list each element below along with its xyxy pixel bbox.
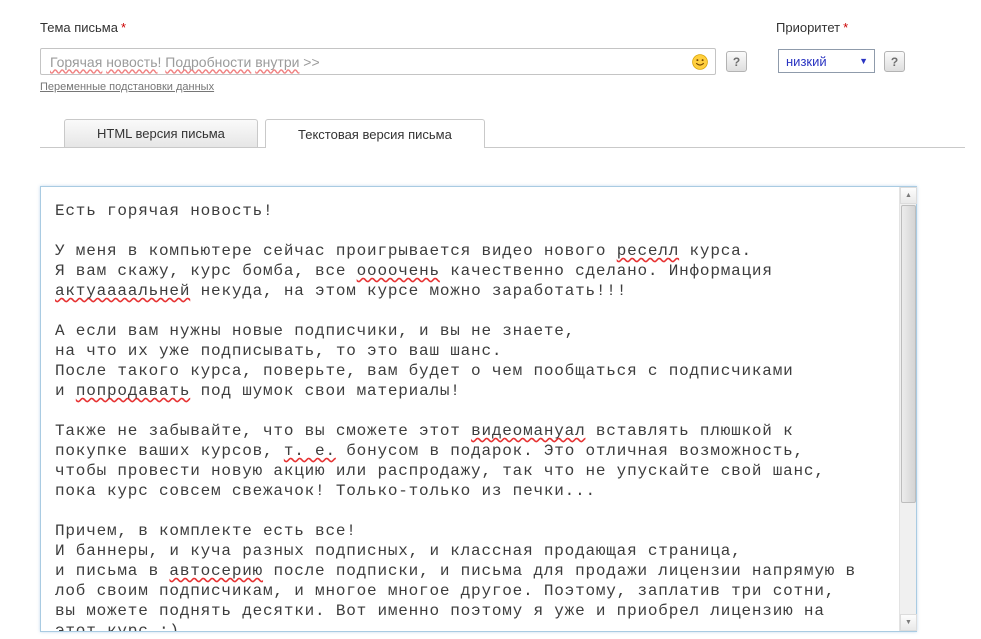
emoji-smiley-icon[interactable] <box>692 54 708 70</box>
priority-label-text: Приоритет <box>776 20 841 35</box>
editor-line: вы можете поднять десятки. Вот именно по… <box>55 602 825 620</box>
editor-line: А если вам нужны новые подписчики, и вы … <box>55 322 576 340</box>
scroll-down-icon[interactable]: ▼ <box>900 614 917 631</box>
editor-line: Есть горячая новость! <box>55 202 274 220</box>
editor-line: лоб своим подписчикам, и многое многое д… <box>55 582 836 600</box>
priority-required-asterisk: * <box>843 20 849 35</box>
tabs-separator-line <box>40 147 965 148</box>
subject-required-asterisk: * <box>120 20 127 35</box>
priority-help-button[interactable]: ? <box>884 51 905 72</box>
editor-line: на что их уже подписывать, то это ваш ша… <box>55 342 503 360</box>
editor-line: пока курс совсем свежачок! Только-только… <box>55 482 596 500</box>
tab-text-version[interactable]: Текстовая версия письма <box>265 119 485 148</box>
subject-input[interactable]: Горячая новость! Подробности внутри >> <box>40 48 716 75</box>
editor-line: Причем, в комплекте есть все! <box>55 522 357 540</box>
scrollbar-thumb[interactable] <box>901 205 916 503</box>
editor-content: Есть горячая новость! У меня в компьютер… <box>41 187 899 631</box>
editor-line: Также не забывайте, что вы сможете этот … <box>55 422 794 440</box>
priority-select[interactable]: низкий ▼ <box>778 49 875 73</box>
editor-line: чтобы провести новую акцию или распродаж… <box>55 462 825 480</box>
editor-line: и попродавать под шумок свои материалы! <box>55 382 461 400</box>
editor-line: У меня в компьютере сейчас проигрывается… <box>55 242 752 260</box>
priority-selected-value: низкий <box>786 53 827 69</box>
editor-line: После такого курса, поверьте, вам будет … <box>55 362 794 380</box>
scroll-up-icon[interactable]: ▲ <box>900 187 917 204</box>
subject-input-value: Горячая новость! Подробности внутри >> <box>50 53 320 70</box>
editor-line: и письма в автосерию после подписки, и п… <box>55 562 856 580</box>
text-version-editor[interactable]: Есть горячая новость! У меня в компьютер… <box>40 186 917 632</box>
data-substitution-link[interactable]: Переменные подстановки данных <box>40 81 214 93</box>
subject-label: Тема письма * <box>40 20 126 35</box>
subject-help-button[interactable]: ? <box>726 51 747 72</box>
tab-html-version[interactable]: HTML версия письма <box>64 119 258 147</box>
editor-line: этот курс :) <box>55 622 180 631</box>
editor-line: покупке ваших курсов, т. е. бонусом в по… <box>55 442 804 460</box>
editor-line: Я вам скажу, курс бомба, все оооочень ка… <box>55 262 773 280</box>
tab-text-version-label: Текстовая версия письма <box>298 126 452 142</box>
chevron-down-icon: ▼ <box>859 56 868 66</box>
editor-line: актуаааальней некуда, на этом курсе можн… <box>55 282 628 300</box>
tab-html-version-label: HTML версия письма <box>97 126 225 141</box>
subject-label-text: Тема письма <box>40 20 118 35</box>
editor-line: И баннеры, и куча разных подписных, и кл… <box>55 542 742 560</box>
editor-scrollbar[interactable]: ▲ ▼ <box>899 187 917 631</box>
priority-label: Приоритет * <box>776 20 848 35</box>
